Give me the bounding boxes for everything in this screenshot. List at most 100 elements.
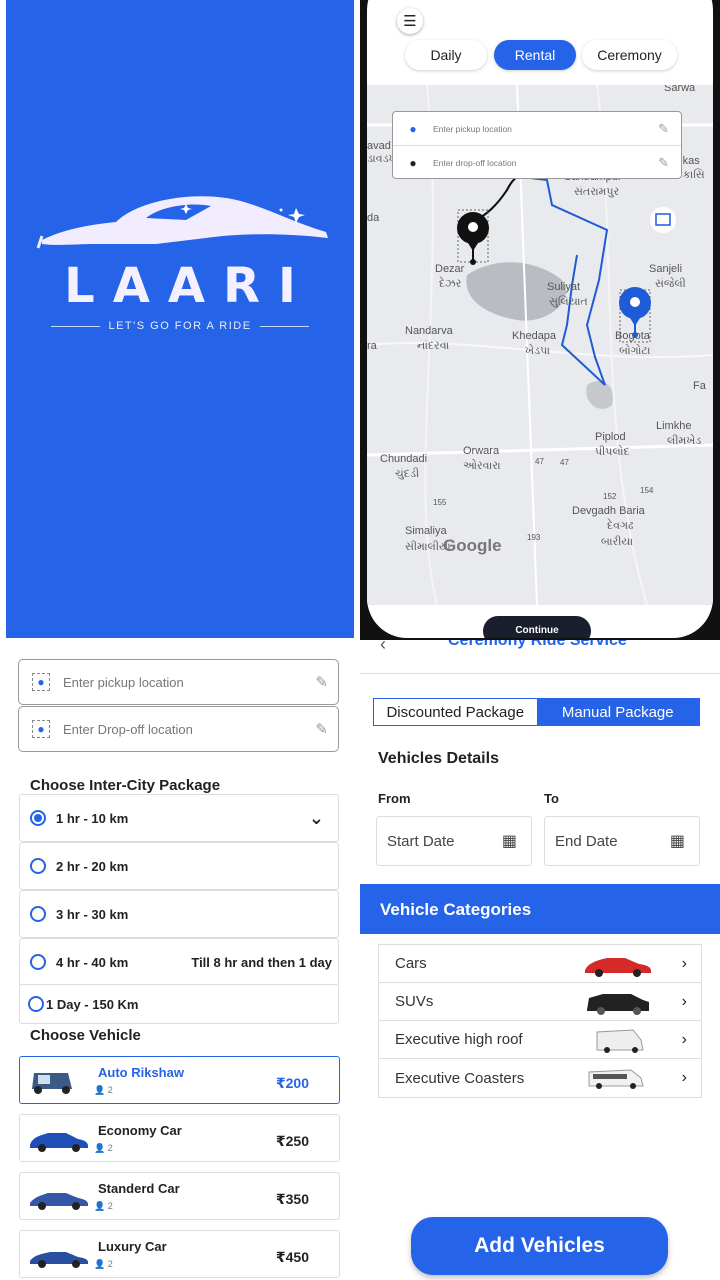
tab-daily[interactable]: Daily [405,40,487,70]
category-item[interactable]: Cars › [379,945,701,983]
suv-icon [587,993,649,1015]
map-label: 155 [433,498,447,507]
package-option[interactable]: 3 hr - 30 km [19,890,339,938]
map-label: ચુંદડી [395,468,420,480]
map-label: Dezar [435,263,465,275]
package-label: 3 hr - 30 km [56,906,129,922]
dropoff-pin-icon: ● [409,156,417,170]
map-label: ra [367,340,377,352]
edit-icon[interactable]: ✎ [658,121,669,137]
radio-icon[interactable] [30,858,46,874]
pickup-placeholder: Enter pickup location [433,123,512,134]
vehicle-heading: Choose Vehicle [30,1027,141,1044]
package-option[interactable]: 4 hr - 40 km Till 8 hr and then 1 day [19,938,339,986]
vehicle-option[interactable]: Auto Rikshaw 👤 2 ₹200 [19,1056,340,1104]
location-pin-icon: ● [32,673,50,691]
map-label: Simaliya [405,525,447,537]
tab-discounted-package[interactable]: Discounted Package [374,699,537,725]
van-icon [596,1028,644,1053]
tab-rental[interactable]: Rental [494,40,576,70]
coaster-icon [588,1069,644,1089]
edit-icon[interactable]: ✎ [658,155,669,171]
map-label: Limkhe [656,420,692,432]
calendar-icon[interactable]: ▦ [670,831,685,851]
radio-icon[interactable] [28,996,44,1012]
package-option[interactable]: 1 hr - 10 km ⌄ [19,794,339,842]
dropoff-input[interactable]: ● Enter Drop-off location ✎ [18,706,339,752]
to-label: To [544,791,559,806]
dropoff-field[interactable]: ● Enter drop-off location ✎ [393,146,681,180]
chevron-down-icon[interactable]: ⌄ [309,808,324,829]
add-vehicles-button[interactable]: Add Vehicles [411,1217,668,1275]
vehicle-option[interactable]: Economy Car 👤 2 ₹250 [19,1114,340,1162]
pickup-placeholder: Enter pickup location [63,674,184,690]
pickup-field[interactable]: ● Enter pickup location ✎ [393,112,681,146]
radio-icon[interactable] [30,906,46,922]
red-car-icon [585,957,651,977]
package-option[interactable]: 1 Day - 150 Km [19,984,339,1024]
chevron-right-icon[interactable]: › [682,1031,687,1049]
seat-count: 👤 2 [94,1143,113,1153]
back-arrow-icon[interactable]: ‹ [380,640,386,655]
map-label: પીપલોદ [595,446,630,458]
details-heading: Vehicles Details [378,750,499,767]
map-label: ખેડપા [525,345,550,357]
package-label: 1 Day - 150 Km [46,996,139,1012]
chevron-right-icon[interactable]: › [682,1069,687,1087]
category-item[interactable]: SUVs › [379,983,701,1021]
tab-ceremony[interactable]: Ceremony [582,40,677,70]
pickup-pin-icon: ● [409,121,417,136]
package-label: 1 hr - 10 km [56,810,129,826]
map-label: બારીયા [601,536,634,548]
map-label: 47 [535,457,544,466]
splash-screen: LAARI LET'S GO FOR A RIDE [6,0,354,638]
seat-number: 2 [107,1259,113,1269]
category-label: SUVs [395,993,434,1010]
map-label: બોગોટા [619,345,651,357]
hamburger-menu-icon[interactable]: ☰ [397,8,423,34]
edit-icon[interactable]: ✎ [315,720,328,738]
package-option[interactable]: 2 hr - 20 km [19,842,339,890]
calendar-icon[interactable]: ▦ [502,831,517,851]
map-label: Fa [693,380,706,392]
package-label: 2 hr - 20 km [56,858,129,874]
map-screen: ☰ Daily Rental Ceremony Sarwa સંતરામપુર … [360,0,720,640]
category-label: Cars [395,955,427,972]
map-label: 193 [527,533,541,542]
seat-number: 2 [107,1201,113,1211]
economy-car-icon [30,1133,88,1152]
map-label: Suliyat [547,281,581,293]
start-date-field[interactable]: Start Date ▦ [376,816,532,866]
radio-selected-icon[interactable] [30,810,46,826]
map-label: Bogota [615,330,650,342]
map-label: 154 [640,486,654,495]
categories-heading: Vehicle Categories [360,884,720,934]
pickup-input[interactable]: ● Enter pickup location ✎ [18,659,339,705]
chevron-right-icon[interactable]: › [682,993,687,1011]
vehicle-option[interactable]: Standerd Car 👤 2 ₹350 [19,1172,340,1220]
seat-count: 👤 2 [94,1201,113,1211]
end-date-field[interactable]: End Date ▦ [544,816,700,866]
seat-number: 2 [107,1143,113,1153]
edit-icon[interactable]: ✎ [315,673,328,691]
end-date-placeholder: End Date [555,832,618,850]
vehicle-name: Economy Car [98,1123,182,1138]
vehicle-option[interactable]: Luxury Car 👤 2 ₹450 [19,1230,340,1278]
map-label: Piplod [595,431,626,443]
chevron-right-icon[interactable]: › [682,955,687,973]
luxury-car-icon [30,1252,88,1268]
category-item[interactable]: Executive high roof › [379,1021,701,1059]
page-title: Ceremony Ride Service [448,640,627,649]
radio-icon[interactable] [30,954,46,970]
tab-manual-package[interactable]: Manual Package [536,699,699,725]
map-label: લીમખેડ [667,435,702,447]
continue-button[interactable]: Continue [483,616,591,638]
package-note: Till 8 hr and then 1 day [191,954,332,970]
map-label: Sanjeli [649,263,683,275]
category-item[interactable]: Executive Coasters › [379,1059,701,1097]
from-label: From [378,791,411,806]
map-label: ઓરવારા [463,460,501,472]
map-label: સંજેલી [655,278,686,290]
dropoff-placeholder: Enter Drop-off location [63,721,193,737]
vehicle-name: Luxury Car [98,1239,167,1254]
